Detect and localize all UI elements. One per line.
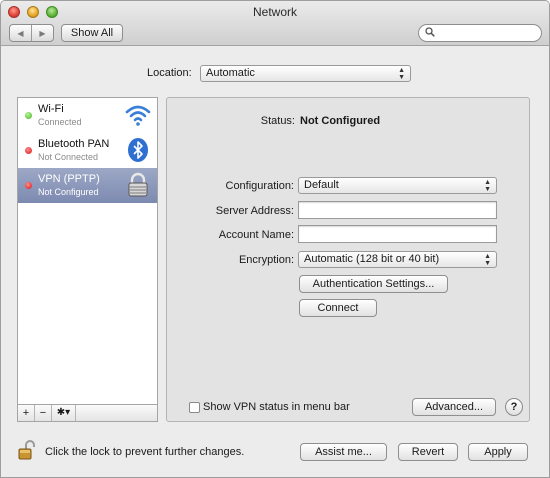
location-popup[interactable]: Automatic ▲ ▼ xyxy=(200,65,411,82)
title-bar: Network ◀ ▶ Show All xyxy=(1,1,549,46)
encryption-value: Automatic (128 bit or 40 bit) xyxy=(304,253,440,265)
lock-icon[interactable] xyxy=(17,440,37,460)
show-vpn-status-checkbox[interactable] xyxy=(189,402,200,413)
server-address-field[interactable] xyxy=(298,201,497,219)
lock-message: Click the lock to prevent further change… xyxy=(45,446,245,458)
popup-arrows-icon: ▲ ▼ xyxy=(484,253,491,267)
configuration-label: Configuration: xyxy=(225,180,295,192)
status-indicator xyxy=(25,147,32,154)
service-status: Connected xyxy=(38,117,82,127)
service-status: Not Configured xyxy=(38,187,99,197)
vpn-detail-panel: Status: Not Configured Configuration: De… xyxy=(166,97,530,422)
encryption-label: Encryption: xyxy=(238,254,294,266)
status-indicator xyxy=(25,182,32,189)
add-service-button[interactable]: + xyxy=(18,405,35,421)
show-vpn-status-label: Show VPN status in menu bar xyxy=(203,401,350,413)
status-value: Not Configured xyxy=(300,115,381,127)
network-preferences-window: Network ◀ ▶ Show All Location: Automatic… xyxy=(0,0,550,478)
location-value: Automatic xyxy=(206,67,255,79)
back-button[interactable]: ◀ xyxy=(10,25,31,41)
service-list: Wi-Fi Connected Bluetooth PAN Not Connec… xyxy=(17,97,158,422)
popup-arrows-icon: ▲ ▼ xyxy=(484,179,491,193)
search-input[interactable] xyxy=(418,24,542,42)
service-status: Not Connected xyxy=(38,152,99,162)
service-item-wifi[interactable]: Wi-Fi Connected xyxy=(18,98,157,133)
bluetooth-icon xyxy=(128,138,148,162)
service-item-vpn-pptp[interactable]: VPN (PPTP) Not Configured xyxy=(18,168,157,203)
remove-service-button[interactable]: − xyxy=(35,405,52,421)
status-label: Status: xyxy=(260,115,295,127)
service-list-toolbar: + − ✱▾ xyxy=(17,404,158,422)
service-name: Wi-Fi xyxy=(38,103,64,115)
show-all-button[interactable]: Show All xyxy=(61,24,123,42)
encryption-popup[interactable]: Automatic (128 bit or 40 bit) ▲ ▼ xyxy=(298,251,497,268)
apply-button[interactable]: Apply xyxy=(468,443,528,461)
forward-button[interactable]: ▶ xyxy=(31,25,53,41)
status-indicator xyxy=(25,112,32,119)
account-name-label: Account Name: xyxy=(218,229,294,241)
configuration-popup[interactable]: Default ▲ ▼ xyxy=(298,177,497,194)
window-title: Network xyxy=(252,5,297,19)
action-menu-button[interactable]: ✱▾ xyxy=(52,405,76,421)
service-item-bluetooth-pan[interactable]: Bluetooth PAN Not Connected xyxy=(18,133,157,168)
wifi-icon xyxy=(125,105,151,126)
connect-button[interactable]: Connect xyxy=(299,299,377,317)
revert-button[interactable]: Revert xyxy=(398,443,458,461)
configuration-value: Default xyxy=(304,179,339,191)
search-icon xyxy=(425,27,435,37)
help-button[interactable]: ? xyxy=(505,398,523,416)
assist-me-button[interactable]: Assist me... xyxy=(300,443,387,461)
location-label: Location: xyxy=(147,67,192,79)
authentication-settings-button[interactable]: Authentication Settings... xyxy=(299,275,448,293)
vpn-lock-icon xyxy=(128,172,148,197)
account-name-field[interactable] xyxy=(298,225,497,243)
service-name: Bluetooth PAN xyxy=(38,138,110,150)
popup-arrows-icon: ▲ ▼ xyxy=(398,67,405,81)
back-forward-control: ◀ ▶ xyxy=(9,24,54,42)
service-name: VPN (PPTP) xyxy=(38,173,100,185)
server-address-label: Server Address: xyxy=(215,205,294,217)
advanced-button[interactable]: Advanced... xyxy=(412,398,496,416)
